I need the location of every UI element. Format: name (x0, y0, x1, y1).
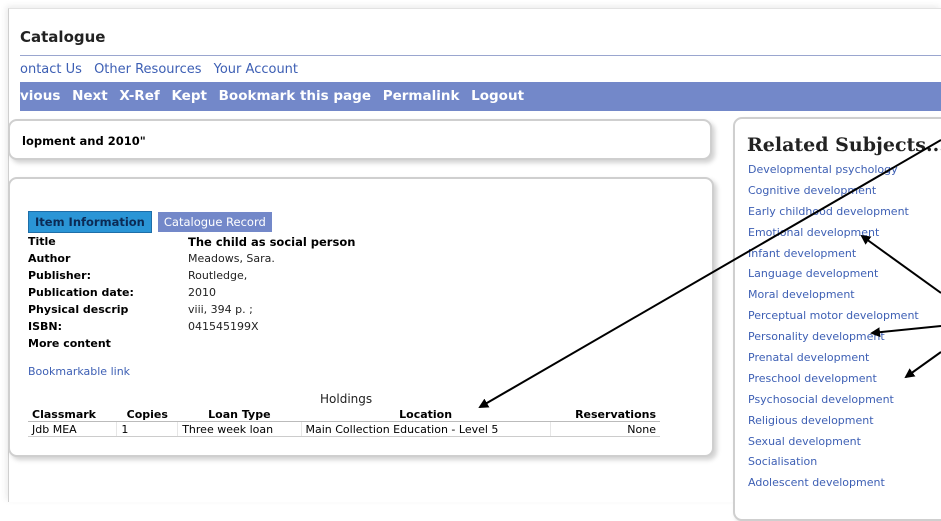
annotation-arrows (478, 139, 941, 409)
arrow-to-preschool-development (904, 351, 941, 379)
arrow-to-location (478, 139, 941, 409)
arrow-to-personality-development (870, 325, 941, 338)
arrow-to-emotional-development (860, 234, 941, 294)
